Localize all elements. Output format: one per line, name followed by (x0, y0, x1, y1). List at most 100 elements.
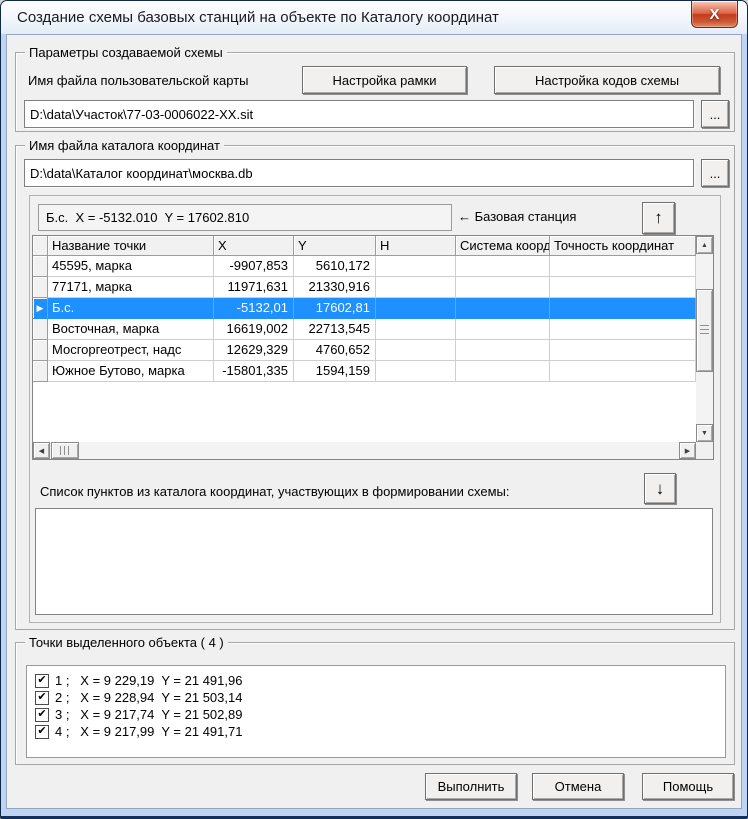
dialog-window: Создание схемы базовых станций на объект… (0, 0, 748, 819)
point-checkbox[interactable]: ✔ (35, 691, 49, 705)
table-header-row: Название точки X Y H Система координат Т… (33, 236, 696, 256)
selector-column-header (33, 236, 48, 256)
base-station-value: Б.с. X = -5132.010 Y = 17602.810 (38, 204, 452, 231)
group-catalog: Имя файла каталога координат ... Б.с. X … (15, 145, 735, 630)
browse-map-file-button[interactable]: ... (701, 100, 729, 128)
scrollbar-corner (696, 442, 713, 459)
cell-accuracy (550, 277, 696, 298)
triangle-left-icon: ◀ (39, 447, 44, 455)
triangle-up-icon: ▲ (701, 242, 708, 249)
cell-h (376, 256, 456, 277)
row-selector-current: ▶ (33, 298, 48, 319)
base-station-label: ← Базовая станция (458, 209, 576, 224)
dialog-client-area: Параметры создаваемой схемы Имя файла по… (6, 34, 742, 809)
vertical-scroll-thumb[interactable] (696, 289, 713, 372)
cell-h (376, 277, 456, 298)
window-title: Создание схемы базовых станций на объект… (17, 9, 499, 26)
point-label: 2 ; X = 9 228,94 Y = 21 503,14 (55, 690, 242, 705)
row-selector (33, 319, 48, 340)
column-header-y: Y (294, 236, 376, 256)
point-list-item[interactable]: ✔ 3 ; X = 9 217,74 Y = 21 502,89 (27, 706, 725, 723)
column-header-name: Название точки (48, 236, 214, 256)
point-list-item[interactable]: ✔ 2 ; X = 9 228,94 Y = 21 503,14 (27, 689, 725, 706)
cancel-button[interactable]: Отмена (532, 773, 624, 800)
point-checkbox[interactable]: ✔ (35, 708, 49, 722)
coordinates-table: Название точки X Y H Система координат Т… (32, 235, 714, 460)
point-checkbox[interactable]: ✔ (35, 725, 49, 739)
cell-h (376, 319, 456, 340)
browse-catalog-file-button[interactable]: ... (701, 159, 729, 187)
close-button[interactable]: X (691, 1, 738, 28)
group-selected-object-points: Точки выделенного объекта ( 4 ) ✔ 1 ; X … (15, 642, 735, 765)
set-base-station-button[interactable]: ↑ (642, 202, 675, 234)
cell-x: 12629,329 (214, 340, 294, 361)
cell-name: 77171, марка (48, 277, 214, 298)
cell-x: 16619,002 (214, 319, 294, 340)
column-header-h: H (376, 236, 456, 256)
cell-system (456, 256, 550, 277)
table-row[interactable]: 45595, марка -9907,853 5610,172 (33, 256, 696, 277)
frame-settings-button[interactable]: Настройка рамки (302, 66, 467, 94)
scheme-codes-button[interactable]: Настройка кодов схемы (494, 66, 720, 94)
cell-name: Б.с. (48, 298, 214, 319)
table-body: Название точки X Y H Система координат Т… (33, 236, 696, 442)
map-file-label: Имя файла пользовательской карты (28, 73, 249, 88)
group-scheme-params: Параметры создаваемой схемы Имя файла по… (15, 52, 735, 132)
add-to-scheme-button[interactable]: ↓ (644, 473, 676, 504)
check-icon: ✔ (37, 674, 46, 687)
scroll-right-button[interactable]: ▶ (679, 442, 696, 459)
point-checkbox[interactable]: ✔ (35, 674, 49, 688)
cell-name: Мосгоргеотрест, надс (48, 340, 214, 361)
help-button[interactable]: Помощь (642, 773, 734, 800)
scroll-down-button[interactable]: ▼ (696, 424, 713, 442)
point-label: 4 ; X = 9 217,99 Y = 21 491,71 (55, 724, 242, 739)
point-label: 3 ; X = 9 217,74 Y = 21 502,89 (55, 707, 242, 722)
cell-accuracy (550, 256, 696, 277)
catalog-panel: Б.с. X = -5132.010 Y = 17602.810 ← Базов… (29, 195, 721, 623)
cell-x: 11971,631 (214, 277, 294, 298)
cell-y: 4760,652 (294, 340, 376, 361)
catalog-file-path-input[interactable] (24, 159, 694, 187)
scroll-left-button[interactable]: ◀ (33, 442, 50, 459)
row-selector (33, 277, 48, 298)
cell-h (376, 340, 456, 361)
point-list-item[interactable]: ✔ 1 ; X = 9 229,19 Y = 21 491,96 (27, 672, 725, 689)
cell-name: Восточная, марка (48, 319, 214, 340)
column-header-system: Система координат (456, 236, 550, 256)
horizontal-scroll-thumb[interactable] (51, 442, 79, 459)
triangle-down-icon: ▼ (701, 430, 708, 437)
cell-system (456, 361, 550, 382)
cell-x: -15801,335 (214, 361, 294, 382)
cell-system (456, 298, 550, 319)
vertical-scrollbar[interactable]: ▲ ▼ (696, 236, 713, 442)
horizontal-scrollbar[interactable]: ◀ ▶ (33, 442, 696, 459)
column-header-accuracy: Точность координат (550, 236, 696, 256)
scheme-points-listbox[interactable] (35, 508, 713, 615)
check-icon: ✔ (37, 708, 46, 721)
execute-button[interactable]: Выполнить (425, 773, 517, 800)
cell-h (376, 361, 456, 382)
cell-system (456, 277, 550, 298)
scroll-up-button[interactable]: ▲ (696, 236, 713, 254)
table-row-selected[interactable]: ▶ Б.с. -5132,01 17602,81 (33, 298, 696, 319)
scheme-points-list-label: Список пунктов из каталога координат, уч… (40, 484, 509, 499)
cell-y: 21330,916 (294, 277, 376, 298)
window-frame: Параметры создаваемой схемы Имя файла по… (1, 34, 747, 816)
cell-y: 1594,159 (294, 361, 376, 382)
cell-accuracy (550, 340, 696, 361)
map-file-path-input[interactable] (24, 100, 694, 128)
table-row[interactable]: Южное Бутово, марка -15801,335 1594,159 (33, 361, 696, 382)
cell-accuracy (550, 298, 696, 319)
cell-system (456, 340, 550, 361)
cell-y: 22713,545 (294, 319, 376, 340)
table-row[interactable]: 77171, марка 11971,631 21330,916 (33, 277, 696, 298)
thumb-grip (60, 446, 70, 455)
title-bar[interactable]: Создание схемы базовых станций на объект… (1, 1, 747, 34)
point-list-item[interactable]: ✔ 4 ; X = 9 217,99 Y = 21 491,71 (27, 723, 725, 740)
close-icon: X (709, 6, 719, 23)
table-row[interactable]: Мосгоргеотрест, надс 12629,329 4760,652 (33, 340, 696, 361)
cell-name: 45595, марка (48, 256, 214, 277)
cell-accuracy (550, 319, 696, 340)
arrow-down-icon: ↓ (656, 479, 665, 499)
table-row[interactable]: Восточная, марка 16619,002 22713,545 (33, 319, 696, 340)
